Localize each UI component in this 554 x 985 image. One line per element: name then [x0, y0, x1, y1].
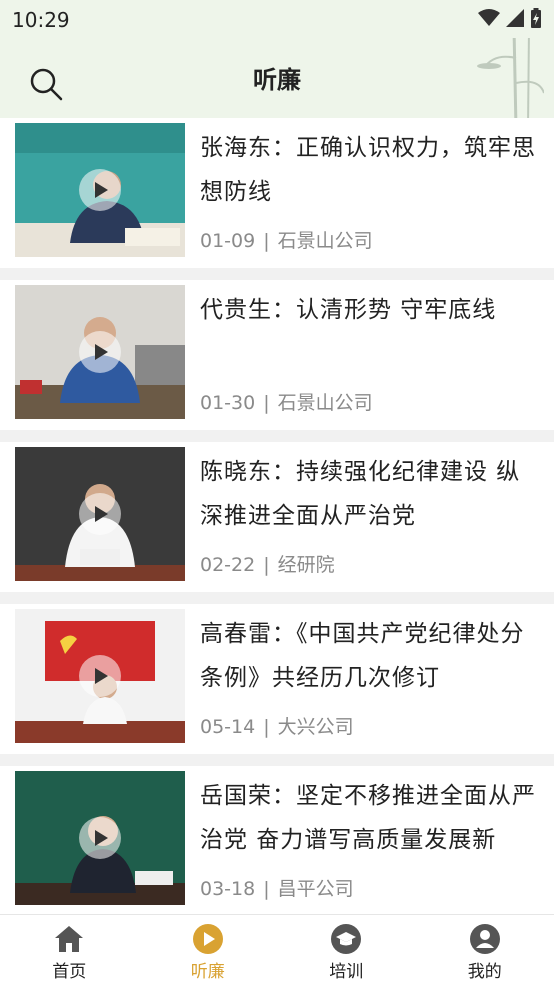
item-source: 昌平公司 — [278, 878, 354, 900]
play-icon[interactable] — [79, 493, 121, 535]
item-source: 大兴公司 — [278, 716, 354, 738]
play-icon[interactable] — [79, 655, 121, 697]
video-list: 张海东：正确认识权力，筑牢思想防线 01-09|石景山公司 代贵生：认清形势 守… — [0, 118, 554, 928]
item-date: 02-22 — [200, 554, 255, 576]
tab-label: 听廉 — [191, 957, 225, 982]
play-circle-icon — [192, 923, 224, 955]
item-source: 石景山公司 — [278, 230, 373, 252]
tab-training[interactable]: 培训 — [277, 915, 416, 985]
item-title[interactable]: 高春雷：《中国共产党纪律处分条例》共经历几次修订 — [200, 612, 536, 700]
list-item[interactable]: 张海东：正确认识权力，筑牢思想防线 01-09|石景山公司 — [0, 118, 554, 280]
item-meta: 02-22|经研院 — [200, 550, 335, 577]
status-icons — [478, 8, 542, 28]
status-bar: 10:29 — [0, 0, 554, 38]
play-icon[interactable] — [79, 169, 121, 211]
item-date: 05-14 — [200, 716, 255, 738]
video-thumbnail[interactable] — [15, 285, 185, 419]
item-source: 石景山公司 — [278, 392, 373, 414]
wifi-icon — [478, 9, 500, 27]
list-item[interactable]: 岳国荣：坚定不移推进全面从严治党 奋力谱写高质量发展新 03-18|昌平公司 — [0, 766, 554, 928]
tab-label: 首页 — [52, 957, 86, 982]
video-thumbnail[interactable] — [15, 609, 185, 743]
item-meta: 03-18|昌平公司 — [200, 874, 354, 901]
status-time: 10:29 — [12, 8, 70, 32]
item-date: 01-30 — [200, 392, 255, 414]
item-title[interactable]: 陈晓东：持续强化纪律建设 纵深推进全面从严治党 — [200, 450, 536, 538]
list-item[interactable]: 陈晓东：持续强化纪律建设 纵深推进全面从严治党 02-22|经研院 — [0, 442, 554, 604]
item-meta: 01-09|石景山公司 — [200, 226, 373, 253]
item-date: 03-18 — [200, 878, 255, 900]
item-title[interactable]: 代贵生：认清形势 守牢底线 — [200, 288, 536, 332]
graduation-cap-icon — [330, 923, 362, 955]
list-item[interactable]: 高春雷：《中国共产党纪律处分条例》共经历几次修订 05-14|大兴公司 — [0, 604, 554, 766]
list-item[interactable]: 代贵生：认清形势 守牢底线 01-30|石景山公司 — [0, 280, 554, 442]
page-title: 听廉 — [0, 60, 554, 95]
video-thumbnail[interactable] — [15, 771, 185, 905]
video-thumbnail[interactable] — [15, 447, 185, 581]
item-meta: 01-30|石景山公司 — [200, 388, 373, 415]
tab-profile[interactable]: 我的 — [416, 915, 554, 985]
item-meta: 05-14|大兴公司 — [200, 712, 354, 739]
play-icon[interactable] — [79, 817, 121, 859]
bottom-tab-bar: 首页 听廉 培训 我的 — [0, 914, 554, 985]
tab-label: 我的 — [468, 957, 502, 982]
item-source: 经研院 — [278, 554, 335, 576]
item-title[interactable]: 张海东：正确认识权力，筑牢思想防线 — [200, 126, 536, 214]
user-icon — [469, 923, 501, 955]
item-title[interactable]: 岳国荣：坚定不移推进全面从严治党 奋力谱写高质量发展新 — [200, 774, 536, 862]
signal-icon — [506, 9, 524, 27]
home-icon — [53, 923, 85, 955]
item-date: 01-09 — [200, 230, 255, 252]
play-icon[interactable] — [79, 331, 121, 373]
battery-icon — [530, 8, 542, 28]
tab-listen[interactable]: 听廉 — [139, 915, 278, 985]
tab-home[interactable]: 首页 — [0, 915, 139, 985]
video-thumbnail[interactable] — [15, 123, 185, 257]
app-header: 听廉 — [0, 38, 554, 118]
tab-label: 培训 — [329, 957, 363, 982]
